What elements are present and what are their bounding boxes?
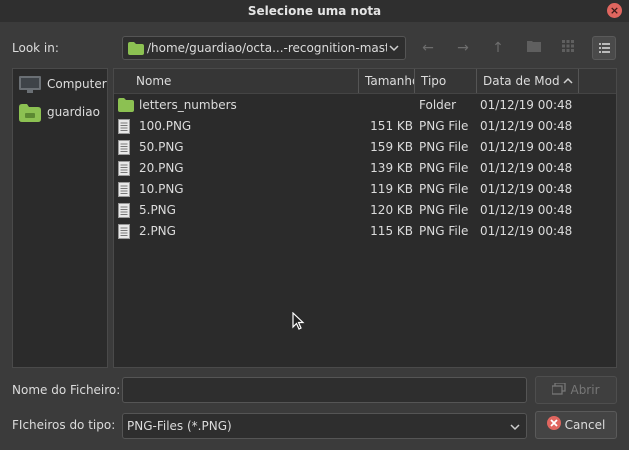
file-name: 100.PNG [139, 119, 192, 133]
file-row[interactable]: 100.PNG 151 KB PNG File 01/12/19 00:48 [114, 116, 616, 137]
list-icon [599, 43, 610, 53]
monitor-icon [19, 76, 41, 97]
open-icon [551, 378, 567, 404]
file-type: PNG File [419, 161, 469, 175]
file-type: PNG File [419, 224, 469, 238]
sidebar: Computer guardiao [12, 68, 108, 368]
file-list: Nome Tamanho Tipo Data de Modificação le… [113, 68, 617, 368]
file-row[interactable]: 2.PNG 115 KB PNG File 01/12/19 00:48 [114, 221, 616, 242]
file-date: 01/12/19 00:48 [480, 98, 573, 112]
file-type: PNG File [419, 182, 469, 196]
open-button-label: Abrir [570, 383, 600, 397]
file-size: 139 KB [370, 161, 413, 175]
folder-icon [19, 104, 41, 125]
file-date: 01/12/19 00:48 [480, 119, 573, 133]
file-row[interactable]: 20.PNG 139 KB PNG File 01/12/19 00:48 [114, 158, 616, 179]
file-list-header: Nome Tamanho Tipo Data de Modificação [114, 69, 616, 94]
file-row[interactable]: letters_numbers Folder 01/12/19 00:48 [114, 95, 616, 116]
file-row[interactable]: 50.PNG 159 KB PNG File 01/12/19 00:48 [114, 137, 616, 158]
file-name: 20.PNG [139, 161, 184, 175]
column-header-name[interactable]: Nome [130, 69, 359, 93]
file-name: letters_numbers [139, 98, 237, 112]
file-type: PNG File [419, 203, 469, 217]
file-name: 2.PNG [139, 224, 176, 238]
parent-directory-button[interactable]: ↑ [488, 38, 508, 58]
file-icon [118, 203, 130, 221]
icon-view-button[interactable] [558, 38, 578, 58]
file-size [359, 95, 413, 116]
folder-icon [128, 42, 144, 58]
file-type: PNG File [419, 140, 469, 154]
column-header-date[interactable]: Data de Modificação [477, 69, 579, 93]
folder-icon [118, 98, 134, 115]
sidebar-item-label: guardiao [47, 105, 100, 119]
mouse-cursor-icon [292, 311, 306, 335]
filetype-combo[interactable]: PNG-Files (*.PNG) [122, 413, 527, 439]
file-date: 01/12/19 00:48 [480, 161, 573, 175]
cancel-button-label: Cancel [564, 418, 606, 432]
column-header-size[interactable]: Tamanho [359, 69, 415, 93]
file-icon [118, 140, 130, 158]
file-size: 119 KB [370, 182, 413, 196]
open-button[interactable]: Abrir [535, 376, 617, 404]
detail-view-button[interactable] [592, 36, 616, 60]
filename-label: Nome do Ficheiro: [12, 383, 121, 397]
file-icon [118, 182, 130, 200]
filetype-label: FIcheiros do tipo: [12, 418, 116, 432]
file-date: 01/12/19 00:48 [480, 140, 573, 154]
look-in-path: /home/guardiao/octa...-recognition-maste… [147, 41, 387, 55]
file-date: 01/12/19 00:48 [480, 203, 573, 217]
forward-button[interactable]: → [453, 38, 473, 58]
title-bar: Selecione uma nota × [0, 0, 629, 22]
file-date: 01/12/19 00:48 [480, 224, 573, 238]
file-size: 159 KB [370, 140, 413, 154]
new-folder-button[interactable] [524, 38, 544, 58]
back-button[interactable]: ← [418, 38, 438, 58]
file-name: 50.PNG [139, 140, 184, 154]
file-type: Folder [419, 98, 457, 112]
file-row[interactable]: 10.PNG 119 KB PNG File 01/12/19 00:48 [114, 179, 616, 200]
cancel-icon [546, 413, 561, 439]
chevron-down-icon [389, 42, 399, 56]
file-name: 10.PNG [139, 182, 184, 196]
new-folder-icon [527, 41, 541, 52]
file-icon [118, 161, 130, 179]
file-row[interactable]: 5.PNG 120 KB PNG File 01/12/19 00:48 [114, 200, 616, 221]
window-title: Selecione uma nota [247, 4, 382, 18]
sidebar-item-label: Computer [47, 77, 107, 91]
file-size: 120 KB [370, 203, 413, 217]
chevron-down-icon [510, 421, 520, 435]
filetype-value: PNG-Files (*.PNG) [127, 419, 232, 433]
sidebar-item-guardiao[interactable]: guardiao [17, 102, 105, 124]
file-type: PNG File [419, 119, 469, 133]
file-date: 01/12/19 00:48 [480, 182, 573, 196]
file-icon [118, 119, 130, 137]
grid-icon [562, 40, 574, 52]
look-in-label: Look in: [12, 41, 59, 55]
column-header-type[interactable]: Tipo [415, 69, 477, 93]
file-size: 151 KB [370, 119, 413, 133]
close-button[interactable]: × [607, 3, 622, 18]
file-name: 5.PNG [139, 203, 176, 217]
filename-input[interactable] [122, 377, 527, 403]
look-in-combo[interactable]: /home/guardiao/octa...-recognition-maste… [122, 36, 406, 60]
file-icon [118, 224, 130, 242]
column-header-date-label: Data de Modificação [483, 74, 559, 88]
sort-ascending-icon [563, 77, 573, 84]
sidebar-item-computer[interactable]: Computer [17, 74, 107, 97]
cancel-button[interactable]: Cancel [535, 411, 617, 439]
file-size: 115 KB [370, 224, 413, 238]
